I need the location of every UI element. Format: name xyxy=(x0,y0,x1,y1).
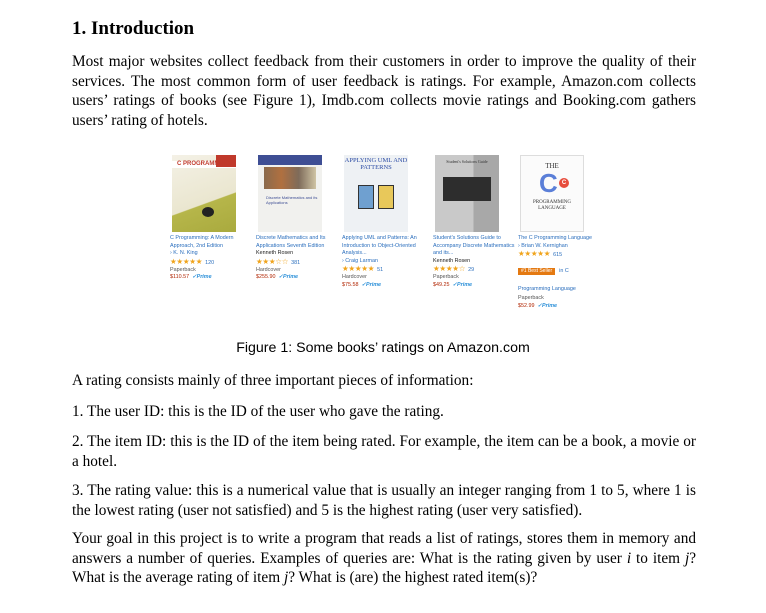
book-format[interactable]: Paperback xyxy=(170,267,252,275)
list-item-rating-value: 3. The rating value: this is a numerical… xyxy=(72,482,696,519)
best-seller-badge[interactable]: #1 Best Seller xyxy=(518,268,556,276)
star-rating[interactable]: ★★★★★ 120 xyxy=(170,256,252,267)
review-count[interactable]: 120 xyxy=(205,260,214,266)
review-count[interactable]: 51 xyxy=(377,267,383,273)
book-format[interactable]: Paperback xyxy=(518,295,600,303)
stars-icon: ★★★★☆ xyxy=(433,264,466,274)
book-cover[interactable]: Discrete Mathematics and its Application… xyxy=(258,155,322,232)
review-count[interactable]: 615 xyxy=(553,252,562,258)
star-rating[interactable]: ★★★★★ 51 xyxy=(342,265,424,274)
star-rating[interactable]: ★★★★☆ 29 xyxy=(433,265,515,274)
list-item-item-id: 2. The item ID: this is the ID of the it… xyxy=(72,433,696,470)
prime-icon: ✓Prime xyxy=(192,274,212,281)
book-card: C PROGRAMMING C Programming: A Modern Ap… xyxy=(170,155,252,282)
figure-caption: Figure 1: Some books’ ratings on Amazon.… xyxy=(236,340,530,356)
prime-icon: ✓Prime xyxy=(452,281,473,288)
stars-icon: ★★★★★ xyxy=(342,264,375,274)
book-cover[interactable]: THE C C PROGRAMMING LANGUAGE xyxy=(520,155,584,232)
book-price[interactable]: $49.25 xyxy=(433,282,450,288)
book-card: APPLYING UML AND PATTERNS Applying UML a… xyxy=(342,155,424,290)
book-price[interactable]: $255.90 xyxy=(256,274,276,280)
book-card: THE C C PROGRAMMING LANGUAGE The C Progr… xyxy=(518,155,600,310)
book-price[interactable]: $75.58 xyxy=(342,282,359,288)
stars-icon: ★★★★★ xyxy=(518,249,551,259)
star-rating[interactable]: ★★★☆☆ 381 xyxy=(256,256,338,267)
book-format[interactable]: Hardcover xyxy=(342,274,424,282)
review-count[interactable]: 381 xyxy=(291,260,300,266)
book-title-link[interactable]: The C Programming Language xyxy=(518,235,600,243)
book-cover[interactable]: Student's Solutions Guide xyxy=(435,155,499,232)
star-rating[interactable]: ★★★★★ 615 xyxy=(518,250,600,259)
prime-icon: ✓Prime xyxy=(361,281,382,288)
book-cover[interactable]: C PROGRAMMING xyxy=(172,155,236,232)
list-item-user-id: 1. The user ID: this is the ID of the us… xyxy=(72,403,444,420)
section-heading: 1. Introduction xyxy=(72,18,195,39)
intro-paragraph: Most major websites collect feedback fro… xyxy=(72,53,696,129)
figure-books: C PROGRAMMING C Programming: A Modern Ap… xyxy=(170,155,610,335)
book-format[interactable]: Paperback xyxy=(433,274,515,282)
book-cover[interactable]: APPLYING UML AND PATTERNS xyxy=(344,155,408,232)
book-title-link[interactable]: Student's Solutions Guide to Accompany D… xyxy=(433,235,515,258)
prime-icon: ✓Prime xyxy=(537,302,558,309)
book-card: Discrete Mathematics and its Application… xyxy=(256,155,338,282)
book-price[interactable]: $52.99 xyxy=(518,303,535,309)
book-format[interactable]: Hardcover xyxy=(256,267,338,275)
prime-icon: ✓Prime xyxy=(278,274,299,281)
book-title-link[interactable]: Applying UML and Patterns: An Introducti… xyxy=(342,235,424,258)
stars-icon: ★★★★★ xyxy=(170,256,203,266)
stars-icon: ★★★☆☆ xyxy=(256,256,289,266)
rating-info-paragraph: A rating consists mainly of three import… xyxy=(72,372,474,389)
book-title-link[interactable]: Discrete Mathematics and Its Application… xyxy=(256,235,338,250)
book-card: Student's Solutions Guide Student's Solu… xyxy=(433,155,515,290)
review-count[interactable]: 29 xyxy=(468,267,474,273)
book-title-link[interactable]: C Programming: A Modern Approach, 2nd Ed… xyxy=(170,235,252,250)
goal-paragraph: Your goal in this project is to write a … xyxy=(72,530,696,587)
book-price[interactable]: $110.57 xyxy=(170,274,189,280)
